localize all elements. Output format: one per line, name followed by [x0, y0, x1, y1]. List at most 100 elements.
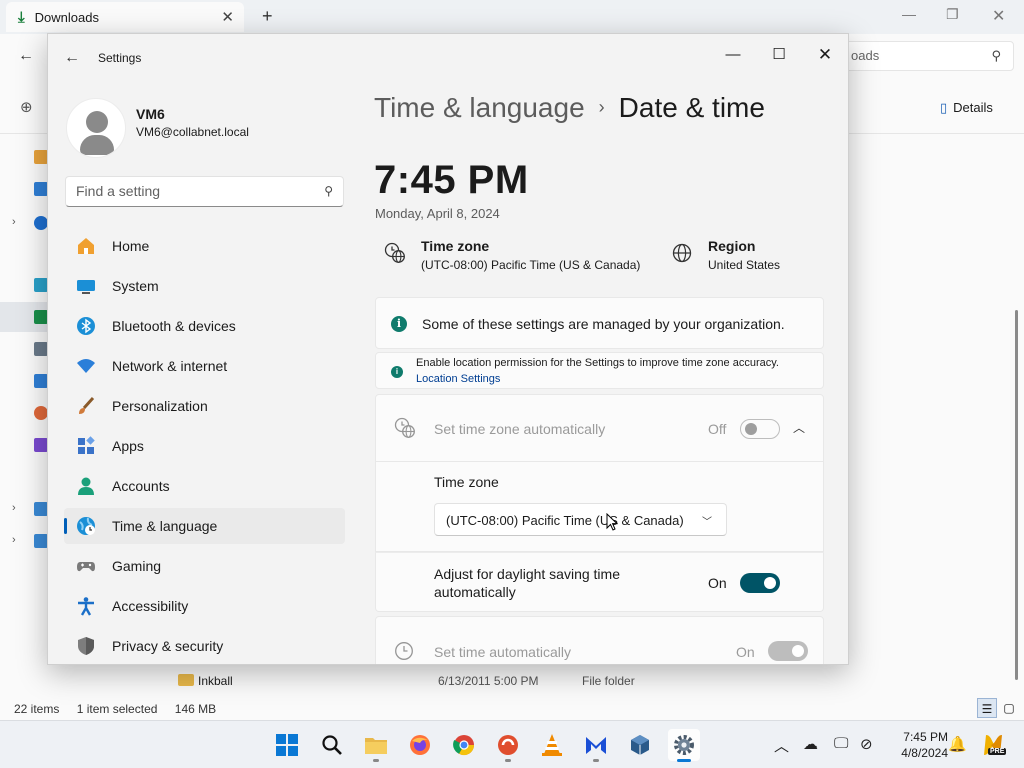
- file-row[interactable]: Inkball 6/13/2011 5:00 PM File folder: [176, 672, 836, 690]
- explorer-scrollbar[interactable]: [1015, 310, 1018, 680]
- set-time-zone-automatically-row[interactable]: Set time zone automatically Off ︿: [375, 394, 824, 462]
- sidebar-item-network-and-internet[interactable]: Network & internet: [64, 348, 345, 384]
- taskbar-malwarebytes[interactable]: [580, 729, 612, 762]
- brush-icon: [76, 396, 96, 416]
- time-zone-picker-row: Time zone (UTC-08:00) Pacific Time (US &…: [375, 462, 824, 552]
- chevron-right-icon[interactable]: ›: [12, 502, 16, 514]
- current-time: 7:45 PM: [374, 158, 529, 202]
- sidebar-item-accessibility[interactable]: Accessibility: [64, 588, 345, 624]
- taskbar-app-orange[interactable]: [492, 729, 524, 762]
- monitor-settings-icon[interactable]: 🖵: [834, 735, 848, 752]
- back-arrow-icon[interactable]: ←: [64, 49, 80, 67]
- chevron-up-icon[interactable]: ︿: [793, 419, 805, 436]
- settings-title-bar: ← Settings — ☐ ✕: [48, 34, 848, 82]
- find-setting-search[interactable]: ⚲: [65, 176, 344, 207]
- download-icon: ⤓: [18, 8, 25, 26]
- current-date: Monday, April 8, 2024: [375, 206, 500, 221]
- chevron-up-icon[interactable]: ︿: [774, 735, 789, 756]
- explorer-search-text: oads: [851, 48, 880, 63]
- taskbar-chrome[interactable]: [448, 729, 480, 761]
- minimize-button[interactable]: —: [710, 40, 756, 70]
- time-zone-label: Time zone: [421, 238, 490, 254]
- videos-icon[interactable]: [34, 438, 48, 452]
- region-info: Region United States: [671, 236, 811, 276]
- new-icon[interactable]: ⊕: [20, 98, 33, 116]
- bell-icon[interactable]: 🔔: [948, 735, 967, 753]
- home-icon[interactable]: [34, 150, 48, 164]
- set-time-zone-auto-toggle[interactable]: [740, 419, 780, 439]
- maximize-button[interactable]: ☐: [756, 40, 802, 70]
- explorer-sidebar: › › ›: [0, 134, 48, 694]
- time-zone-picker-label: Time zone: [434, 474, 499, 490]
- documents-icon[interactable]: [34, 342, 48, 356]
- sidebar-item-bluetooth-and-devices[interactable]: Bluetooth & devices: [64, 308, 345, 344]
- set-time-auto-label: Set time automatically: [434, 644, 571, 660]
- network-icon[interactable]: [34, 534, 48, 548]
- cloud-off-icon[interactable]: ☁: [803, 735, 818, 753]
- search-icon: ⚲: [324, 184, 333, 198]
- explorer-tab-downloads[interactable]: ⤓ Downloads ✕: [6, 2, 244, 32]
- daylight-saving-toggle[interactable]: [740, 573, 780, 593]
- location-settings-link[interactable]: Location Settings: [416, 373, 500, 385]
- details-button[interactable]: ▯ Details: [940, 100, 993, 116]
- music-icon[interactable]: [34, 406, 48, 420]
- set-time-automatically-row[interactable]: Set time automatically On: [375, 616, 824, 664]
- profile-email: VM6@collabnet.local: [136, 125, 249, 139]
- sidebar-item-accounts[interactable]: Accounts: [64, 468, 345, 504]
- set-time-auto-state: On: [736, 644, 755, 660]
- file-name: Inkball: [198, 674, 233, 688]
- explorer-close-button[interactable]: ✕: [992, 6, 1005, 26]
- taskbar-clock[interactable]: 7:45 PM 4/8/2024: [888, 729, 948, 761]
- close-tab-icon[interactable]: ✕: [221, 8, 234, 26]
- time-zone-dropdown-value: (UTC-08:00) Pacific Time (US & Canada): [446, 513, 684, 528]
- copilot-badge[interactable]: PRE: [980, 733, 1007, 761]
- breadcrumb: Time & language › Date & time: [374, 92, 765, 124]
- sidebar-item-privacy-and-security[interactable]: Privacy & security: [64, 628, 345, 664]
- new-tab-button[interactable]: +: [262, 6, 273, 27]
- user-profile[interactable]: VM6 VM6@collabnet.local: [66, 98, 326, 162]
- start-button[interactable]: [271, 729, 303, 761]
- details-view-icon[interactable]: ☰: [977, 698, 997, 718]
- daylight-saving-row[interactable]: Adjust for daylight saving time automati…: [375, 552, 824, 612]
- malwarebytes-icon: [586, 737, 606, 754]
- home-icon: [76, 236, 96, 256]
- taskbar-virtualbox[interactable]: [624, 729, 656, 761]
- explorer-search-input[interactable]: oads ⚲: [838, 41, 1014, 71]
- chevron-right-icon[interactable]: ›: [12, 534, 16, 546]
- taskbar-firefox[interactable]: [404, 729, 436, 761]
- location-banner: i Enable location permission for the Set…: [375, 352, 824, 389]
- explorer-minimize-button[interactable]: —: [902, 6, 916, 22]
- sidebar-item-time-and-language[interactable]: Time & language: [64, 508, 345, 544]
- explorer-status-bar: 22 items 1 item selected 146 MB: [14, 702, 230, 716]
- sidebar-item-gaming[interactable]: Gaming: [64, 548, 345, 584]
- breadcrumb-parent[interactable]: Time & language: [374, 92, 585, 123]
- explorer-tab-label: Downloads: [34, 9, 99, 25]
- explorer-maximize-button[interactable]: ❐: [946, 6, 959, 23]
- sidebar-item-apps[interactable]: Apps: [64, 428, 345, 464]
- pictures-icon[interactable]: [34, 374, 48, 388]
- sidebar-item-home[interactable]: Home: [64, 228, 345, 264]
- desktop-icon[interactable]: [34, 278, 48, 292]
- onedrive-icon[interactable]: [34, 216, 48, 230]
- downloads-icon[interactable]: [34, 310, 48, 324]
- search-button[interactable]: [316, 729, 348, 761]
- find-setting-input[interactable]: [76, 177, 316, 205]
- sidebar-item-system[interactable]: System: [64, 268, 345, 304]
- taskbar-vlc[interactable]: [536, 729, 568, 761]
- explorer-back-icon[interactable]: ←: [18, 47, 34, 65]
- set-time-zone-auto-state: Off: [708, 421, 727, 437]
- time-zone-dropdown[interactable]: (UTC-08:00) Pacific Time (US & Canada) ﹀: [434, 503, 727, 536]
- set-time-auto-toggle[interactable]: [768, 641, 808, 661]
- taskbar-settings[interactable]: [668, 729, 700, 762]
- settings-nav: Home System Bluetooth & devices Network & i…: [64, 228, 345, 664]
- close-button[interactable]: ✕: [802, 40, 848, 70]
- chevron-right-icon[interactable]: ›: [12, 216, 16, 228]
- network-icon[interactable]: ⊘: [860, 735, 873, 753]
- tiles-view-icon[interactable]: ▢: [999, 698, 1019, 718]
- this-pc-icon[interactable]: [34, 502, 48, 516]
- sidebar-item-personalization[interactable]: Personalization: [64, 388, 345, 424]
- sidebar-item-label: System: [112, 278, 159, 294]
- pre-badge: PRE: [988, 748, 1007, 755]
- taskbar-file-explorer[interactable]: [360, 729, 392, 762]
- gallery-icon[interactable]: [34, 182, 48, 196]
